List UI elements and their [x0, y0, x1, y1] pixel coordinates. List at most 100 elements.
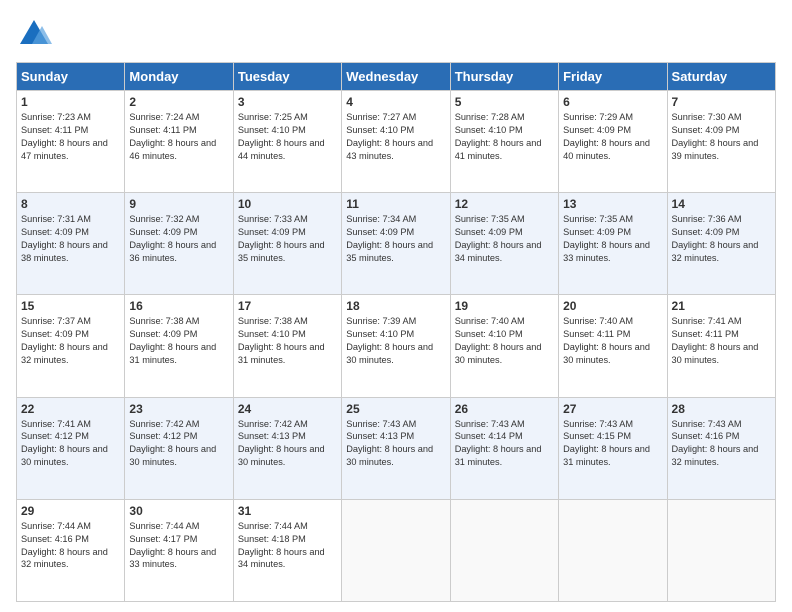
- cell-details: Sunrise: 7:43 AM Sunset: 4:14 PM Dayligh…: [455, 419, 542, 468]
- cell-details: Sunrise: 7:43 AM Sunset: 4:16 PM Dayligh…: [672, 419, 759, 468]
- calendar-cell: 23 Sunrise: 7:42 AM Sunset: 4:12 PM Dayli…: [125, 397, 233, 499]
- cell-details: Sunrise: 7:27 AM Sunset: 4:10 PM Dayligh…: [346, 112, 433, 161]
- calendar-cell: [559, 499, 667, 601]
- day-number: 21: [672, 299, 771, 313]
- calendar-cell: 14 Sunrise: 7:36 AM Sunset: 4:09 PM Dayli…: [667, 193, 775, 295]
- calendar-cell: 6 Sunrise: 7:29 AM Sunset: 4:09 PM Daylig…: [559, 91, 667, 193]
- day-number: 19: [455, 299, 554, 313]
- calendar-week-5: 29Sunrise: 7:44 AM Sunset: 4:16 PM Dayli…: [17, 499, 776, 601]
- cell-details: Sunrise: 7:33 AM Sunset: 4:09 PM Dayligh…: [238, 214, 325, 263]
- day-number: 5: [455, 95, 554, 109]
- day-number: 2: [129, 95, 228, 109]
- cell-details: Sunrise: 7:43 AM Sunset: 4:15 PM Dayligh…: [563, 419, 650, 468]
- calendar-week-2: 8 Sunrise: 7:31 AM Sunset: 4:09 PM Daylig…: [17, 193, 776, 295]
- calendar-cell: 9 Sunrise: 7:32 AM Sunset: 4:09 PM Daylig…: [125, 193, 233, 295]
- cell-details: Sunrise: 7:37 AM Sunset: 4:09 PM Dayligh…: [21, 316, 108, 365]
- cell-details: Sunrise: 7:35 AM Sunset: 4:09 PM Dayligh…: [563, 214, 650, 263]
- cell-details: Sunrise: 7:35 AM Sunset: 4:09 PM Dayligh…: [455, 214, 542, 263]
- cell-details: Sunrise: 7:23 AM Sunset: 4:11 PM Dayligh…: [21, 112, 108, 161]
- cell-details: Sunrise: 7:30 AM Sunset: 4:09 PM Dayligh…: [672, 112, 759, 161]
- day-number: 26: [455, 402, 554, 416]
- calendar-cell: 19 Sunrise: 7:40 AM Sunset: 4:10 PM Dayli…: [450, 295, 558, 397]
- cell-details: Sunrise: 7:38 AM Sunset: 4:10 PM Dayligh…: [238, 316, 325, 365]
- calendar-cell: 7Sunrise: 7:30 AM Sunset: 4:09 PM Daylig…: [667, 91, 775, 193]
- cell-details: Sunrise: 7:44 AM Sunset: 4:16 PM Dayligh…: [21, 521, 108, 570]
- day-number: 3: [238, 95, 337, 109]
- cell-details: Sunrise: 7:24 AM Sunset: 4:11 PM Dayligh…: [129, 112, 216, 161]
- cell-details: Sunrise: 7:41 AM Sunset: 4:11 PM Dayligh…: [672, 316, 759, 365]
- logo-icon: [16, 16, 52, 52]
- calendar-cell: 22 Sunrise: 7:41 AM Sunset: 4:12 PM Dayli…: [17, 397, 125, 499]
- cell-details: Sunrise: 7:38 AM Sunset: 4:09 PM Dayligh…: [129, 316, 216, 365]
- calendar-week-3: 15 Sunrise: 7:37 AM Sunset: 4:09 PM Dayli…: [17, 295, 776, 397]
- day-number: 6: [563, 95, 662, 109]
- cell-details: Sunrise: 7:36 AM Sunset: 4:09 PM Dayligh…: [672, 214, 759, 263]
- calendar-table: SundayMondayTuesdayWednesdayThursdayFrid…: [16, 62, 776, 602]
- day-number: 10: [238, 197, 337, 211]
- day-number: 24: [238, 402, 337, 416]
- calendar-cell: 28 Sunrise: 7:43 AM Sunset: 4:16 PM Dayli…: [667, 397, 775, 499]
- calendar-cell: 11Sunrise: 7:34 AM Sunset: 4:09 PM Dayli…: [342, 193, 450, 295]
- day-number: 25: [346, 402, 445, 416]
- calendar-header: SundayMondayTuesdayWednesdayThursdayFrid…: [17, 63, 776, 91]
- day-number: 9: [129, 197, 228, 211]
- day-number: 20: [563, 299, 662, 313]
- calendar-cell: 3 Sunrise: 7:25 AM Sunset: 4:10 PM Daylig…: [233, 91, 341, 193]
- calendar-cell: 15 Sunrise: 7:37 AM Sunset: 4:09 PM Dayli…: [17, 295, 125, 397]
- calendar-cell: 21 Sunrise: 7:41 AM Sunset: 4:11 PM Dayli…: [667, 295, 775, 397]
- day-number: 18: [346, 299, 445, 313]
- day-number: 1: [21, 95, 120, 109]
- cell-details: Sunrise: 7:43 AM Sunset: 4:13 PM Dayligh…: [346, 419, 433, 468]
- weekday-header-monday: Monday: [125, 63, 233, 91]
- weekday-header-tuesday: Tuesday: [233, 63, 341, 91]
- cell-details: Sunrise: 7:44 AM Sunset: 4:17 PM Dayligh…: [129, 521, 216, 570]
- cell-details: Sunrise: 7:41 AM Sunset: 4:12 PM Dayligh…: [21, 419, 108, 468]
- cell-details: Sunrise: 7:25 AM Sunset: 4:10 PM Dayligh…: [238, 112, 325, 161]
- cell-details: Sunrise: 7:44 AM Sunset: 4:18 PM Dayligh…: [238, 521, 325, 570]
- calendar-cell: 24 Sunrise: 7:42 AM Sunset: 4:13 PM Dayli…: [233, 397, 341, 499]
- cell-details: Sunrise: 7:39 AM Sunset: 4:10 PM Dayligh…: [346, 316, 433, 365]
- calendar-cell: 26 Sunrise: 7:43 AM Sunset: 4:14 PM Dayli…: [450, 397, 558, 499]
- calendar-cell: 12Sunrise: 7:35 AM Sunset: 4:09 PM Dayli…: [450, 193, 558, 295]
- calendar-cell: 16Sunrise: 7:38 AM Sunset: 4:09 PM Dayli…: [125, 295, 233, 397]
- cell-details: Sunrise: 7:42 AM Sunset: 4:13 PM Dayligh…: [238, 419, 325, 468]
- calendar-cell: 29Sunrise: 7:44 AM Sunset: 4:16 PM Dayli…: [17, 499, 125, 601]
- calendar-cell: [342, 499, 450, 601]
- day-number: 15: [21, 299, 120, 313]
- calendar-cell: 30Sunrise: 7:44 AM Sunset: 4:17 PM Dayli…: [125, 499, 233, 601]
- calendar-cell: 1 Sunrise: 7:23 AM Sunset: 4:11 PM Daylig…: [17, 91, 125, 193]
- calendar-cell: 25 Sunrise: 7:43 AM Sunset: 4:13 PM Dayli…: [342, 397, 450, 499]
- cell-details: Sunrise: 7:29 AM Sunset: 4:09 PM Dayligh…: [563, 112, 650, 161]
- calendar-cell: 8 Sunrise: 7:31 AM Sunset: 4:09 PM Daylig…: [17, 193, 125, 295]
- calendar-cell: [450, 499, 558, 601]
- calendar-cell: 18 Sunrise: 7:39 AM Sunset: 4:10 PM Dayli…: [342, 295, 450, 397]
- weekday-header-sunday: Sunday: [17, 63, 125, 91]
- calendar-cell: 17 Sunrise: 7:38 AM Sunset: 4:10 PM Dayli…: [233, 295, 341, 397]
- day-number: 14: [672, 197, 771, 211]
- day-number: 22: [21, 402, 120, 416]
- day-number: 27: [563, 402, 662, 416]
- day-number: 17: [238, 299, 337, 313]
- day-number: 4: [346, 95, 445, 109]
- cell-details: Sunrise: 7:31 AM Sunset: 4:09 PM Dayligh…: [21, 214, 108, 263]
- calendar-cell: 4 Sunrise: 7:27 AM Sunset: 4:10 PM Daylig…: [342, 91, 450, 193]
- day-number: 31: [238, 504, 337, 518]
- cell-details: Sunrise: 7:40 AM Sunset: 4:10 PM Dayligh…: [455, 316, 542, 365]
- cell-details: Sunrise: 7:32 AM Sunset: 4:09 PM Dayligh…: [129, 214, 216, 263]
- calendar-cell: 5Sunrise: 7:28 AM Sunset: 4:10 PM Daylig…: [450, 91, 558, 193]
- calendar-cell: 27 Sunrise: 7:43 AM Sunset: 4:15 PM Dayli…: [559, 397, 667, 499]
- calendar-cell: 13Sunrise: 7:35 AM Sunset: 4:09 PM Dayli…: [559, 193, 667, 295]
- day-number: 23: [129, 402, 228, 416]
- calendar-cell: 2 Sunrise: 7:24 AM Sunset: 4:11 PM Daylig…: [125, 91, 233, 193]
- calendar-week-1: 1 Sunrise: 7:23 AM Sunset: 4:11 PM Daylig…: [17, 91, 776, 193]
- day-number: 28: [672, 402, 771, 416]
- weekday-header-wednesday: Wednesday: [342, 63, 450, 91]
- weekday-header-saturday: Saturday: [667, 63, 775, 91]
- calendar-cell: 20Sunrise: 7:40 AM Sunset: 4:11 PM Dayli…: [559, 295, 667, 397]
- calendar-cell: [667, 499, 775, 601]
- logo: [16, 16, 56, 52]
- weekday-header-thursday: Thursday: [450, 63, 558, 91]
- cell-details: Sunrise: 7:42 AM Sunset: 4:12 PM Dayligh…: [129, 419, 216, 468]
- day-number: 8: [21, 197, 120, 211]
- weekday-header-friday: Friday: [559, 63, 667, 91]
